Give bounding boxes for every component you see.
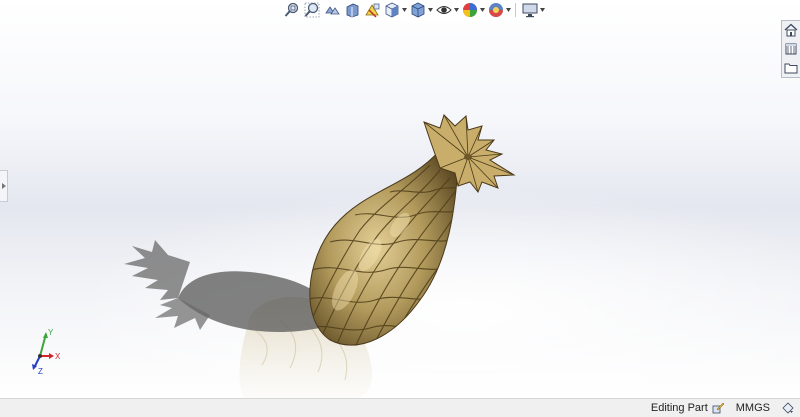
vase-body	[309, 149, 459, 346]
units-label[interactable]: MMGS	[736, 402, 770, 414]
status-bar: Editing Part MMGS	[0, 398, 800, 417]
customize-icon[interactable]	[782, 402, 794, 414]
x-axis-label: X	[55, 352, 61, 361]
model-3d-view[interactable]	[0, 0, 800, 398]
status-mode: Editing Part	[651, 402, 724, 414]
graphics-area[interactable]: Y X Z	[0, 0, 800, 398]
y-axis-label: Y	[48, 328, 54, 337]
model-shadow	[124, 240, 340, 333]
status-units[interactable]: MMGS	[736, 402, 770, 414]
z-axis-label: Z	[38, 367, 43, 376]
status-mode-label: Editing Part	[650, 402, 708, 414]
reference-triad: Y X Z	[32, 328, 61, 376]
edit-part-icon[interactable]	[712, 402, 724, 414]
